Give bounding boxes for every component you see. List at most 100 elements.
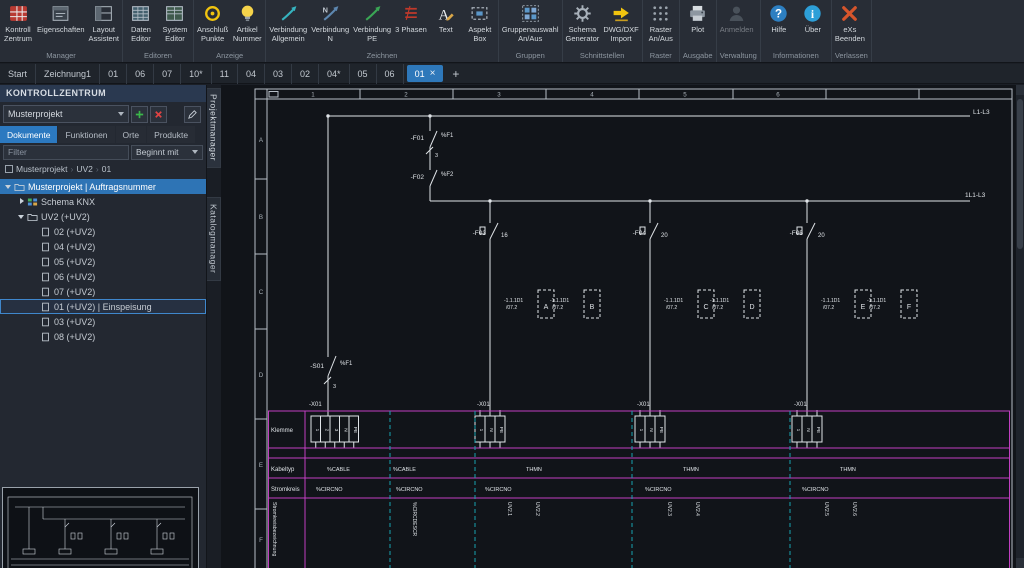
filter-mode-select[interactable]: Beginnt mit [131, 145, 203, 160]
expander-icon[interactable] [4, 182, 13, 191]
ribbon-group: DatenEditorSystemEditorEditoren [123, 0, 194, 62]
tree-item-9[interactable]: 03 (+UV2) [0, 314, 206, 329]
tab-3-06[interactable]: 06 [127, 64, 154, 84]
svg-text:THMN: THMN [840, 467, 856, 473]
filter-input[interactable] [3, 145, 129, 160]
new-tab-button[interactable]: + [446, 64, 465, 84]
tab-0-Start[interactable]: Start [0, 64, 36, 84]
tab-12-06[interactable]: 06 [377, 64, 404, 84]
breadcrumb-item[interactable]: Musterprojekt [16, 164, 68, 174]
ribbon-button-connection-general[interactable]: VerbindungAllgemein [267, 2, 309, 44]
breadcrumb-item[interactable]: 01 [102, 164, 111, 174]
project-select[interactable]: Musterprojekt [3, 105, 129, 123]
sidebar-tab-funktionen[interactable]: Funktionen [58, 126, 114, 143]
expander-icon[interactable] [17, 197, 26, 206]
ribbon-button-about[interactable]: iÜber [796, 2, 830, 35]
ribbon-button-schema-generator[interactable]: SchemaGenerator [564, 2, 602, 44]
tab-close-icon[interactable]: × [430, 68, 436, 79]
ribbon-button-label: GruppenauswahlAn/Aus [502, 25, 559, 43]
breadcrumb-item[interactable]: UV2 [76, 164, 93, 174]
tree-item-4[interactable]: 04 (+UV2) [0, 239, 206, 254]
preview-panel[interactable] [2, 487, 199, 568]
svg-text:3: 3 [333, 429, 339, 432]
tree-item-7[interactable]: 07 (+UV2) [0, 284, 206, 299]
ribbon-button-system-editor[interactable]: SystemEditor [158, 2, 192, 44]
tab-1-Zeichnung1[interactable]: Zeichnung1 [36, 64, 100, 84]
ribbon-group-label: Gruppen [500, 50, 561, 62]
svg-text:N: N [342, 428, 348, 432]
expander-spacer [30, 302, 39, 311]
vertical-scrollbar[interactable] [1016, 85, 1024, 568]
scroll-up-arrow[interactable] [1016, 85, 1024, 95]
tree-item-5[interactable]: 05 (+UV2) [0, 254, 206, 269]
ribbon-button-text[interactable]: AText [429, 2, 463, 35]
tab-5-10[interactable]: 10* [181, 64, 212, 84]
ribbon-group: VerbindungAllgemeinNVerbindungNVerbindun… [266, 0, 499, 62]
ribbon-button-dwg-dxf-import[interactable]: DWG/DXFImport [601, 2, 640, 44]
ribbon-button-layout-assistant[interactable]: LayoutAssistent [87, 2, 121, 44]
ribbon-button-plot-printer[interactable]: Plot [681, 2, 715, 35]
terminal-strip-main: -X01123NPE [309, 402, 359, 448]
ribbon-button-control-center[interactable]: KontrollZentrum [1, 2, 35, 44]
tree-item-8[interactable]: 01 (+UV2) | Einspeisung [0, 299, 206, 314]
tree-item-10[interactable]: 08 (+UV2) [0, 329, 206, 344]
tree-item-label: 06 (+UV2) [54, 272, 95, 282]
ribbon-button-article-number[interactable]: ArtikelNummer [230, 2, 264, 44]
ribbon-button-raster-grid[interactable]: RasterAn/Aus [644, 2, 678, 44]
svg-text:-1.1.1D1: -1.1.1D1 [867, 298, 886, 304]
scroll-down-arrow[interactable] [1016, 558, 1024, 568]
sidebar-tab-dokumente[interactable]: Dokumente [0, 126, 57, 143]
svg-text:-1.1.1D1: -1.1.1D1 [821, 298, 840, 304]
ribbon-button-properties[interactable]: Eigenschaften [35, 2, 87, 35]
tab-8-03[interactable]: 03 [265, 64, 292, 84]
drawing-canvas[interactable]: 123456ABCDEFL1-L31L1-L33-S01%F1-F01%F13-… [221, 85, 1016, 568]
svg-text:B: B [259, 214, 263, 221]
ribbon-button-three-phases[interactable]: 3 Phasen [393, 2, 429, 35]
tree-item-6[interactable]: 06 (+UV2) [0, 269, 206, 284]
connection-general-icon [278, 3, 299, 24]
svg-text:L1-L3: L1-L3 [973, 109, 990, 116]
tree-item-label: Schema KNX [41, 197, 95, 207]
edit-project-button[interactable] [184, 106, 201, 123]
sidebar-panel: KONTROLLZENTRUM Musterprojekt DokumenteF… [0, 85, 207, 568]
tab-6-11[interactable]: 11 [212, 64, 238, 84]
ribbon-button-label: Eigenschaften [37, 25, 85, 34]
tab-13-01[interactable]: 01× [407, 65, 444, 82]
tab-9-02[interactable]: 02 [292, 64, 319, 84]
ribbon-button-group-select[interactable]: GruppenauswahlAn/Aus [500, 2, 561, 44]
sidebar-tab-orte[interactable]: Orte [116, 126, 147, 143]
ribbon-button-exit[interactable]: eXsBeenden [833, 2, 867, 44]
tree-item-2[interactable]: UV2 (+UV2) [0, 209, 206, 224]
group-select-icon [520, 3, 541, 24]
tab-11-05[interactable]: 05 [350, 64, 377, 84]
ribbon-button-connection-points[interactable]: AnschlußPunkte [195, 2, 230, 44]
ribbon-button-data-editor[interactable]: DatenEditor [124, 2, 158, 44]
tree-item-1[interactable]: Schema KNX [0, 194, 206, 209]
ribbon-button-connection-pe[interactable]: VerbindungPE [351, 2, 393, 44]
tab-7-04[interactable]: 04 [238, 64, 265, 84]
tab-10-04[interactable]: 04* [319, 64, 350, 84]
add-project-button[interactable] [131, 106, 148, 123]
breadcrumb: Musterprojekt›UV2›01 [0, 161, 206, 177]
ribbon-button-connection-n[interactable]: NVerbindungN [309, 2, 351, 44]
tab-2-01[interactable]: 01 [100, 64, 127, 84]
tab-4-07[interactable]: 07 [154, 64, 181, 84]
ribbon-button-help[interactable]: ?Hilfe [762, 2, 796, 35]
ribbon-button-login-user[interactable]: Anmelden [718, 2, 756, 35]
expander-icon[interactable] [17, 212, 26, 221]
side-tab-projektmanager[interactable]: Projektmanager [207, 88, 221, 168]
svg-text:-X01: -X01 [309, 402, 322, 408]
tree-item-label: 01 (+UV2) | Einspeisung [54, 302, 152, 312]
ribbon-button-aspect-box[interactable]: AspektBox [463, 2, 497, 44]
sidebar-tab-produkte[interactable]: Produkte [147, 126, 195, 143]
ribbon-button-label: VerbindungAllgemein [269, 25, 307, 43]
svg-text:PE: PE [498, 427, 504, 433]
ribbon-button-label: VerbindungPE [353, 25, 391, 43]
svg-text:-1.1.1D1: -1.1.1D1 [710, 298, 729, 304]
scrollbar-thumb[interactable] [1017, 99, 1023, 249]
side-tab-katalogmanager[interactable]: Katalogmanager [207, 197, 221, 281]
delete-project-button[interactable] [150, 106, 167, 123]
tree-item-0[interactable]: Musterprojekt | Auftragsnummer [0, 179, 206, 194]
tree-item-3[interactable]: 02 (+UV2) [0, 224, 206, 239]
plus-icon [134, 109, 145, 120]
